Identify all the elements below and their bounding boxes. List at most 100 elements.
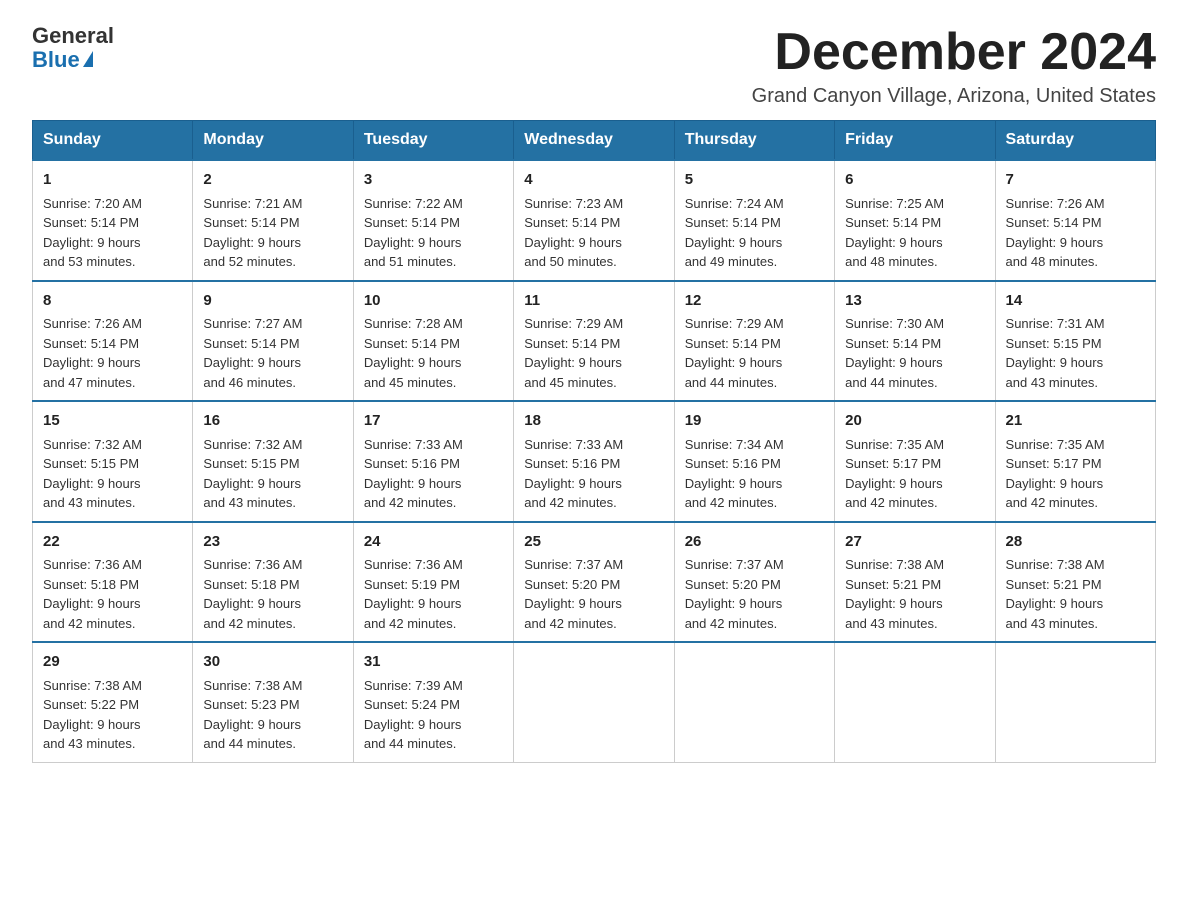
calendar-cell: 6 Sunrise: 7:25 AMSunset: 5:14 PMDaylight… — [835, 160, 995, 281]
calendar-cell: 20 Sunrise: 7:35 AMSunset: 5:17 PMDayligh… — [835, 401, 995, 522]
calendar-cell: 14Sunrise: 7:31 AMSunset: 5:15 PMDayligh… — [995, 281, 1155, 402]
weekday-header-saturday: Saturday — [995, 121, 1155, 161]
location-subtitle: Grand Canyon Village, Arizona, United St… — [752, 85, 1156, 108]
calendar-cell — [514, 642, 674, 762]
calendar-cell: 9 Sunrise: 7:27 AMSunset: 5:14 PMDaylight… — [193, 281, 353, 402]
day-info: Sunrise: 7:24 AMSunset: 5:14 PMDaylight:… — [685, 196, 784, 270]
day-number: 14 — [1006, 290, 1145, 313]
day-info: Sunrise: 7:37 AMSunset: 5:20 PMDaylight:… — [524, 557, 623, 631]
day-number: 23 — [203, 531, 342, 554]
calendar-cell: 1 Sunrise: 7:20 AMSunset: 5:14 PMDaylight… — [33, 160, 193, 281]
day-info: Sunrise: 7:26 AMSunset: 5:14 PMDaylight:… — [43, 316, 142, 390]
day-number: 22 — [43, 531, 182, 554]
day-info: Sunrise: 7:37 AMSunset: 5:20 PMDaylight:… — [685, 557, 784, 631]
day-info: Sunrise: 7:33 AMSunset: 5:16 PMDaylight:… — [524, 437, 623, 511]
day-number: 20 — [845, 410, 984, 433]
day-info: Sunrise: 7:38 AMSunset: 5:22 PMDaylight:… — [43, 678, 142, 752]
calendar-cell: 26 Sunrise: 7:37 AMSunset: 5:20 PMDayligh… — [674, 522, 834, 643]
day-number: 6 — [845, 169, 984, 192]
day-info: Sunrise: 7:29 AMSunset: 5:14 PMDaylight:… — [685, 316, 784, 390]
day-info: Sunrise: 7:38 AMSunset: 5:21 PMDaylight:… — [845, 557, 944, 631]
day-number: 31 — [364, 651, 503, 674]
calendar-cell: 25Sunrise: 7:37 AMSunset: 5:20 PMDayligh… — [514, 522, 674, 643]
day-number: 4 — [524, 169, 663, 192]
weekday-header-friday: Friday — [835, 121, 995, 161]
day-info: Sunrise: 7:25 AMSunset: 5:14 PMDaylight:… — [845, 196, 944, 270]
calendar-cell: 23 Sunrise: 7:36 AMSunset: 5:18 PMDayligh… — [193, 522, 353, 643]
day-number: 5 — [685, 169, 824, 192]
day-number: 12 — [685, 290, 824, 313]
day-info: Sunrise: 7:39 AMSunset: 5:24 PMDaylight:… — [364, 678, 463, 752]
day-info: Sunrise: 7:33 AMSunset: 5:16 PMDaylight:… — [364, 437, 463, 511]
day-number: 21 — [1006, 410, 1145, 433]
day-info: Sunrise: 7:23 AMSunset: 5:14 PMDaylight:… — [524, 196, 623, 270]
day-info: Sunrise: 7:29 AMSunset: 5:14 PMDaylight:… — [524, 316, 623, 390]
day-number: 16 — [203, 410, 342, 433]
day-info: Sunrise: 7:36 AMSunset: 5:18 PMDaylight:… — [43, 557, 142, 631]
calendar-cell — [674, 642, 834, 762]
calendar-cell: 18 Sunrise: 7:33 AMSunset: 5:16 PMDayligh… — [514, 401, 674, 522]
day-number: 28 — [1006, 531, 1145, 554]
day-number: 18 — [524, 410, 663, 433]
calendar-cell: 10 Sunrise: 7:28 AMSunset: 5:14 PMDayligh… — [353, 281, 513, 402]
calendar-cell: 4 Sunrise: 7:23 AMSunset: 5:14 PMDaylight… — [514, 160, 674, 281]
day-info: Sunrise: 7:21 AMSunset: 5:14 PMDaylight:… — [203, 196, 302, 270]
calendar-cell — [995, 642, 1155, 762]
day-number: 7 — [1006, 169, 1145, 192]
week-row-5: 29 Sunrise: 7:38 AMSunset: 5:22 PMDayligh… — [33, 642, 1156, 762]
day-info: Sunrise: 7:38 AMSunset: 5:23 PMDaylight:… — [203, 678, 302, 752]
weekday-header-tuesday: Tuesday — [353, 121, 513, 161]
calendar-cell: 28 Sunrise: 7:38 AMSunset: 5:21 PMDayligh… — [995, 522, 1155, 643]
day-info: Sunrise: 7:38 AMSunset: 5:21 PMDaylight:… — [1006, 557, 1105, 631]
day-info: Sunrise: 7:35 AMSunset: 5:17 PMDaylight:… — [845, 437, 944, 511]
calendar-cell: 15 Sunrise: 7:32 AMSunset: 5:15 PMDayligh… — [33, 401, 193, 522]
calendar-cell: 12 Sunrise: 7:29 AMSunset: 5:14 PMDayligh… — [674, 281, 834, 402]
day-info: Sunrise: 7:27 AMSunset: 5:14 PMDaylight:… — [203, 316, 302, 390]
day-info: Sunrise: 7:22 AMSunset: 5:14 PMDaylight:… — [364, 196, 463, 270]
day-number: 13 — [845, 290, 984, 313]
day-number: 9 — [203, 290, 342, 313]
week-row-2: 8 Sunrise: 7:26 AMSunset: 5:14 PMDaylight… — [33, 281, 1156, 402]
calendar-cell — [835, 642, 995, 762]
day-info: Sunrise: 7:28 AMSunset: 5:14 PMDaylight:… — [364, 316, 463, 390]
weekday-header-wednesday: Wednesday — [514, 121, 674, 161]
logo-general-text: General — [32, 24, 114, 48]
calendar-table: SundayMondayTuesdayWednesdayThursdayFrid… — [32, 120, 1156, 763]
day-info: Sunrise: 7:32 AMSunset: 5:15 PMDaylight:… — [43, 437, 142, 511]
calendar-cell: 22 Sunrise: 7:36 AMSunset: 5:18 PMDayligh… — [33, 522, 193, 643]
day-info: Sunrise: 7:20 AMSunset: 5:14 PMDaylight:… — [43, 196, 142, 270]
day-info: Sunrise: 7:26 AMSunset: 5:14 PMDaylight:… — [1006, 196, 1105, 270]
calendar-cell: 7 Sunrise: 7:26 AMSunset: 5:14 PMDaylight… — [995, 160, 1155, 281]
calendar-cell: 5 Sunrise: 7:24 AMSunset: 5:14 PMDaylight… — [674, 160, 834, 281]
day-number: 19 — [685, 410, 824, 433]
title-section: December 2024 Grand Canyon Village, Ariz… — [752, 24, 1156, 108]
day-info: Sunrise: 7:30 AMSunset: 5:14 PMDaylight:… — [845, 316, 944, 390]
calendar-cell: 13 Sunrise: 7:30 AMSunset: 5:14 PMDayligh… — [835, 281, 995, 402]
day-number: 30 — [203, 651, 342, 674]
day-number: 8 — [43, 290, 182, 313]
day-number: 15 — [43, 410, 182, 433]
day-info: Sunrise: 7:35 AMSunset: 5:17 PMDaylight:… — [1006, 437, 1105, 511]
day-info: Sunrise: 7:36 AMSunset: 5:19 PMDaylight:… — [364, 557, 463, 631]
calendar-cell: 19Sunrise: 7:34 AMSunset: 5:16 PMDayligh… — [674, 401, 834, 522]
day-number: 26 — [685, 531, 824, 554]
calendar-cell: 30 Sunrise: 7:38 AMSunset: 5:23 PMDayligh… — [193, 642, 353, 762]
calendar-cell: 8 Sunrise: 7:26 AMSunset: 5:14 PMDaylight… — [33, 281, 193, 402]
week-row-4: 22 Sunrise: 7:36 AMSunset: 5:18 PMDayligh… — [33, 522, 1156, 643]
logo: General Blue — [32, 24, 114, 72]
day-number: 24 — [364, 531, 503, 554]
calendar-cell: 21 Sunrise: 7:35 AMSunset: 5:17 PMDayligh… — [995, 401, 1155, 522]
weekday-header-row: SundayMondayTuesdayWednesdayThursdayFrid… — [33, 121, 1156, 161]
calendar-cell: 2Sunrise: 7:21 AMSunset: 5:14 PMDaylight… — [193, 160, 353, 281]
page-header: General Blue December 2024 Grand Canyon … — [32, 24, 1156, 108]
calendar-cell: 29 Sunrise: 7:38 AMSunset: 5:22 PMDayligh… — [33, 642, 193, 762]
day-number: 11 — [524, 290, 663, 313]
day-number: 1 — [43, 169, 182, 192]
month-title: December 2024 — [752, 24, 1156, 81]
calendar-cell: 11 Sunrise: 7:29 AMSunset: 5:14 PMDayligh… — [514, 281, 674, 402]
day-number: 10 — [364, 290, 503, 313]
day-info: Sunrise: 7:36 AMSunset: 5:18 PMDaylight:… — [203, 557, 302, 631]
weekday-header-thursday: Thursday — [674, 121, 834, 161]
calendar-cell: 27Sunrise: 7:38 AMSunset: 5:21 PMDayligh… — [835, 522, 995, 643]
day-number: 29 — [43, 651, 182, 674]
